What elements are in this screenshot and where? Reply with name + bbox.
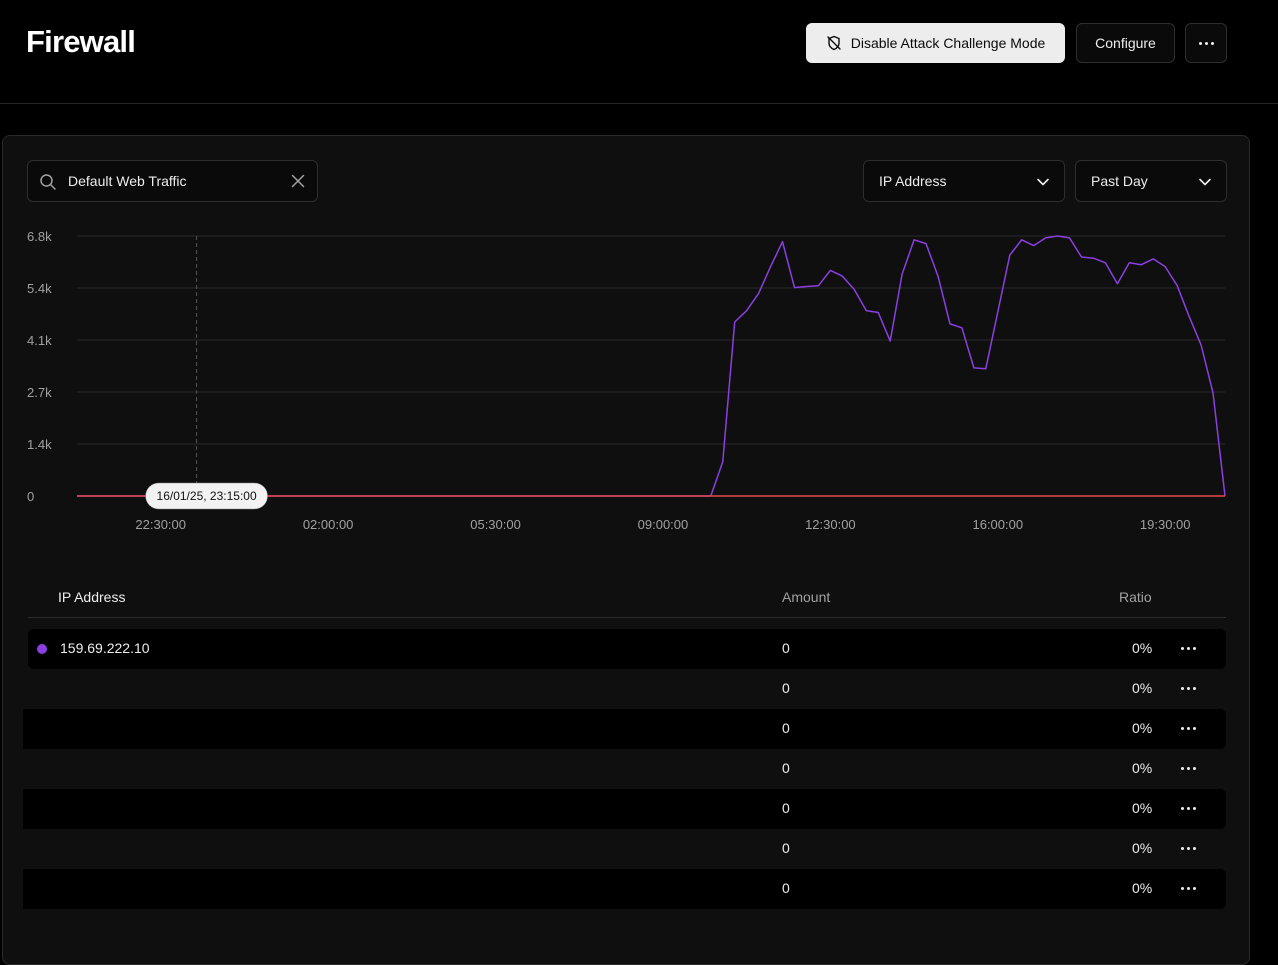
ellipsis-icon — [1198, 41, 1214, 45]
traffic-card: Default Web Traffic IP Address Past Day … — [2, 135, 1250, 965]
row-amount: 0 — [782, 720, 790, 736]
page-title: Firewall — [26, 24, 136, 59]
row-ratio: 0% — [1132, 720, 1153, 736]
row-amount: 0 — [782, 760, 790, 776]
y-tick-label: 2.7k — [27, 385, 52, 400]
x-tick-label: 19:30:00 — [1140, 517, 1191, 532]
row-ip-address: 159.69.222.10 — [60, 640, 150, 656]
row-more-icon[interactable] — [1181, 767, 1196, 770]
table-row[interactable]: 159.69.222.10 0 0% — [28, 629, 1226, 669]
column-amount[interactable]: Amount — [782, 589, 830, 605]
column-ip-address[interactable]: IP Address — [58, 589, 125, 605]
row-amount: 0 — [782, 800, 790, 816]
row-ratio: 0% — [1132, 680, 1153, 696]
table-row[interactable]: 0 0% — [28, 669, 1226, 709]
configure-button[interactable]: Configure — [1076, 23, 1175, 63]
row-amount: 0 — [782, 640, 790, 656]
x-tick-label: 02:00:00 — [303, 517, 354, 532]
table-row[interactable]: 0 0% — [28, 829, 1226, 869]
chart-tooltip-label: 16/01/25, 23:15:00 — [157, 489, 257, 503]
row-ratio: 0% — [1132, 840, 1153, 856]
shield-off-icon — [827, 35, 841, 51]
row-more-icon[interactable] — [1181, 807, 1196, 810]
page-header: Firewall Disable Attack Challenge Mode C… — [0, 0, 1278, 104]
disable-attack-challenge-label: Disable Attack Challenge Mode — [850, 35, 1046, 51]
row-ratio: 0% — [1132, 640, 1153, 656]
disable-attack-challenge-button[interactable]: Disable Attack Challenge Mode — [806, 23, 1065, 63]
series-color-dot — [37, 644, 47, 654]
row-ratio: 0% — [1132, 880, 1153, 896]
row-ratio: 0% — [1132, 800, 1153, 816]
traffic-series-line — [77, 235, 1226, 497]
x-tick-label: 22:30:00 — [135, 517, 186, 532]
more-options-button[interactable] — [1185, 23, 1227, 63]
row-amount: 0 — [782, 680, 790, 696]
x-tick-label: 05:30:00 — [470, 517, 521, 532]
row-more-icon[interactable] — [1181, 687, 1196, 690]
y-tick-label: 0 — [27, 489, 34, 504]
row-more-icon[interactable] — [1181, 847, 1196, 850]
row-amount: 0 — [782, 840, 790, 856]
x-tick-label: 16:00:00 — [972, 517, 1023, 532]
row-ratio: 0% — [1132, 760, 1153, 776]
y-tick-label: 5.4k — [27, 281, 52, 296]
row-amount: 0 — [782, 880, 790, 896]
traffic-chart[interactable]: 0 1.4k 2.7k 4.1k 5.4k 6.8k 22:30:00 02:00:00 05:… — [3, 136, 1249, 556]
redaction-block — [23, 869, 209, 909]
x-tick-label: 12:30:00 — [805, 517, 856, 532]
row-more-icon[interactable] — [1181, 887, 1196, 890]
redaction-block — [23, 709, 209, 749]
y-tick-label: 4.1k — [27, 333, 52, 348]
row-more-icon[interactable] — [1181, 727, 1196, 730]
redaction-block — [23, 789, 209, 829]
x-tick-label: 09:00:00 — [638, 517, 689, 532]
row-more-icon[interactable] — [1181, 647, 1196, 650]
column-ratio[interactable]: Ratio — [1119, 589, 1152, 605]
table-row[interactable]: 0 0% — [28, 749, 1226, 789]
y-tick-label: 6.8k — [27, 229, 52, 244]
table-header: IP Address Amount Ratio — [28, 584, 1226, 618]
y-tick-label: 1.4k — [27, 437, 52, 452]
